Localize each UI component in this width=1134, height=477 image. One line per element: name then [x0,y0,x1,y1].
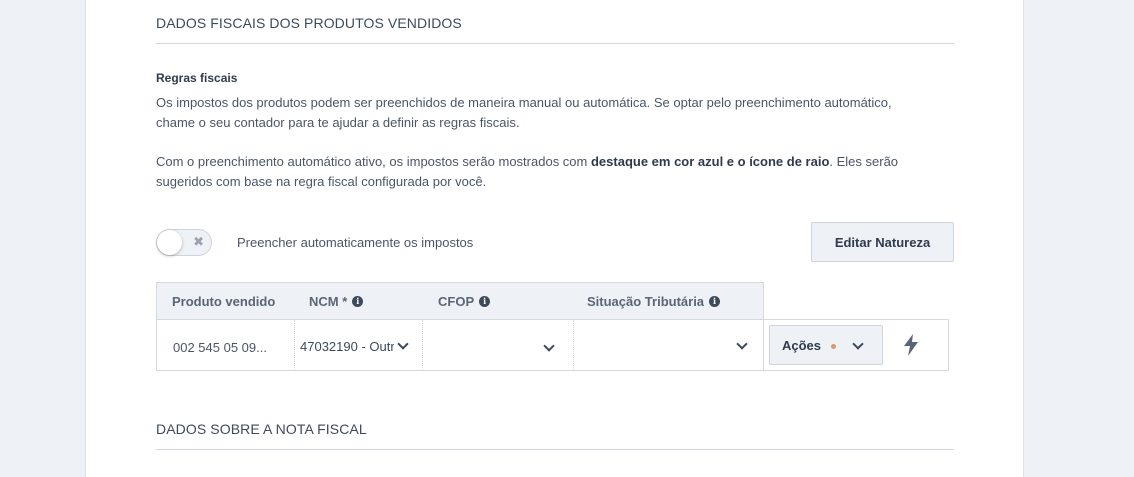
section-title-nota: DADOS SOBRE A NOTA FISCAL [156,421,954,450]
auto-fill-text-post: . Eles serão [829,154,899,169]
acoes-dropdown-button[interactable]: Ações [769,325,883,365]
close-icon: ✖ [193,234,204,249]
auto-fill-description: Com o preenchimento automático ativo, os… [156,152,956,192]
status-dot [831,344,836,349]
chevron-down-icon [852,338,864,350]
chevron-down-icon [543,340,555,352]
rules-description: Os impostos dos produtos podem ser preen… [156,93,956,133]
header-produto-label: Produto vendido [172,294,276,309]
rules-title: Regras fiscais [156,71,238,85]
info-icon[interactable]: i [352,296,364,307]
info-icon[interactable]: i [709,296,721,307]
header-produto: Produto vendido [172,294,275,309]
table-header: Produto vendido NCM * i CFOP i Situação … [156,282,764,320]
rules-description-line1: Os impostos dos produtos podem ser preen… [156,95,892,110]
auto-fill-text-highlight: destaque em cor azul e o ícone de raio [590,154,830,169]
auto-fill-text-line2: sugeridos com base na regra fiscal confi… [156,174,487,189]
auto-fill-toggle-label: Preencher automaticamente os impostos [237,235,474,250]
header-ncm: NCM * i [309,294,364,309]
lightning-icon[interactable] [903,334,919,356]
header-situacao: Situação Tributária i [587,294,721,309]
section-title-fiscal: DADOS FISCAIS DOS PRODUTOS VENDIDOS [156,15,954,44]
chevron-down-icon [397,338,409,350]
cell-produto: 002 545 05 09... [173,340,267,355]
acoes-label: Ações [782,338,822,353]
auto-fill-toggle[interactable]: ✖ [156,229,212,256]
ncm-select-value: 47032190 - Outras [300,339,394,354]
main-panel: DADOS FISCAIS DOS PRODUTOS VENDIDOS Regr… [85,0,1024,477]
cfop-select[interactable] [423,320,574,370]
situacao-select[interactable] [574,320,764,370]
header-cfop: CFOP i [438,294,491,309]
header-cfop-label: CFOP [438,294,475,309]
ncm-select[interactable]: 47032190 - Outras [294,320,423,370]
table-row: 002 545 05 09... 47032190 - Outras Ações [156,319,949,371]
auto-fill-text-pre: Com o preenchimento automático ativo, os… [156,154,591,169]
header-situacao-label: Situação Tributária [587,294,705,309]
editar-natureza-button[interactable]: Editar Natureza [811,222,954,262]
chevron-down-icon [736,338,748,350]
rules-description-line2: chame o seu contador para te ajudar a de… [156,115,520,130]
info-icon[interactable]: i [479,296,491,307]
header-ncm-label: NCM * [309,294,348,309]
toggle-knob [157,230,182,255]
